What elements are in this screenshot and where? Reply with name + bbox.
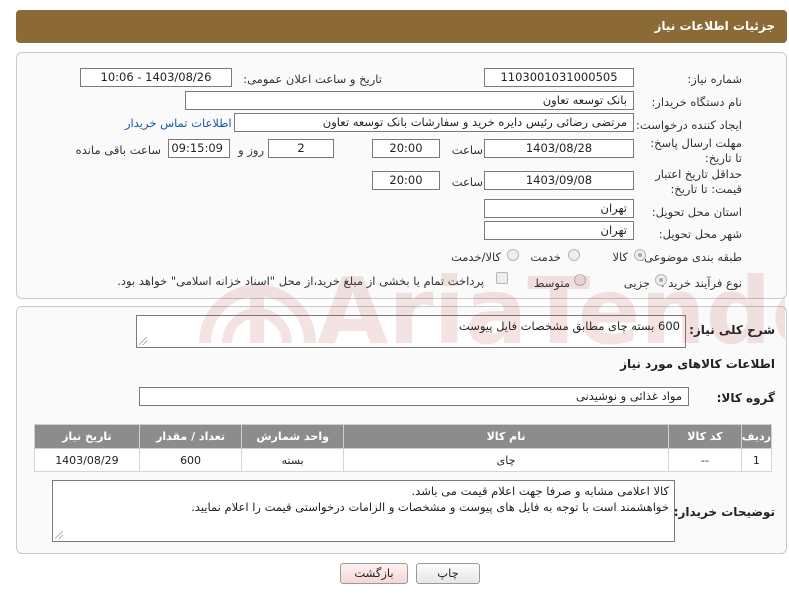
city-field[interactable]: تهران (484, 221, 634, 240)
reply-time-label: ساعت (451, 143, 483, 157)
reply-time-field[interactable]: 20:00 (372, 139, 440, 158)
back-button[interactable]: بازگشت (340, 563, 408, 584)
resize-grip-icon[interactable] (139, 337, 147, 345)
general-desc-textarea[interactable]: 600 بسته چای مطابق مشخصات فایل پیوست (136, 315, 686, 348)
col-need-date: تاریخ نیاز (34, 424, 140, 449)
general-desc-text: 600 بسته چای مطابق مشخصات فایل پیوست (458, 319, 680, 333)
goods-table: ردیف کد کالا نام کالا واحد شمارش تعداد /… (34, 424, 773, 472)
announce-field[interactable]: 1403/08/26 - 10:06 (80, 68, 232, 87)
col-name: نام کالا (342, 424, 670, 449)
process-medium-radio[interactable] (574, 274, 586, 286)
goods-group-field[interactable]: مواد غذائی و نوشیدنی (139, 387, 689, 406)
resize-grip-icon[interactable] (55, 531, 63, 539)
price-validity-label: حداقل تاریخ اعتبار قیمت: تا تاریخ: (655, 167, 742, 196)
col-qty: تعداد / مقدار (138, 424, 243, 449)
category-label: طبقه بندی موضوعی: (640, 250, 742, 264)
validity-time-field[interactable]: 20:00 (372, 171, 440, 190)
announce-label: تاریخ و ساعت اعلان عمومی: (243, 72, 382, 86)
validity-time-label: ساعت (451, 175, 483, 189)
need-number-label: شماره نیاز: (687, 72, 742, 86)
reply-deadline-label: مهلت ارسال پاسخ: تا تاریخ: (650, 136, 742, 165)
page-header: جزئیات اطلاعات نیاز (16, 10, 787, 43)
goods-group-label: گروه کالا: (716, 391, 775, 405)
days-label: روز و (238, 143, 264, 157)
buyer-org-field[interactable]: بانک توسعه تعاون (185, 91, 634, 110)
category-service-label: خدمت (530, 250, 561, 264)
treasury-payment-checkbox[interactable] (496, 272, 508, 284)
col-code: کد کالا (668, 424, 742, 449)
buyer-notes-line-2: خواهشمند است با توجه به فایل های پیوست و… (191, 500, 669, 514)
category-both-label: کالا/خدمت (450, 250, 501, 264)
category-both-radio[interactable] (507, 249, 519, 261)
goods-table-header: ردیف کد کالا نام کالا واحد شمارش تعداد /… (34, 424, 773, 449)
process-minor-label: جزیی (623, 276, 650, 290)
cell-code: -- (668, 448, 742, 472)
process-medium-label: متوسط (533, 276, 570, 290)
creator-label: ایجاد کننده درخواست: (636, 118, 742, 132)
remaining-label: ساعت باقی مانده (75, 143, 161, 157)
category-goods-label: کالا (612, 250, 628, 264)
buyer-org-label: نام دستگاه خریدار: (651, 95, 742, 109)
remaining-time-field[interactable]: 09:15:09 (168, 139, 230, 158)
validity-date-field[interactable]: 1403/09/08 (484, 171, 634, 190)
table-row: 1 -- چای بسته 600 1403/08/29 (34, 448, 773, 472)
reply-date-field[interactable]: 1403/08/28 (484, 139, 634, 158)
contact-buyer-link[interactable]: اطلاعات تماس خریدار (125, 116, 232, 130)
process-label: نوع فرآیند خرید : (660, 276, 742, 290)
cell-unit: بسته (241, 448, 344, 472)
need-number-field[interactable]: 1103001031000505 (484, 68, 634, 87)
process-minor-radio[interactable] (655, 274, 667, 286)
city-label: شهر محل تحویل: (658, 227, 742, 241)
col-unit: واحد شمارش (241, 424, 344, 449)
cell-name: چای (342, 448, 670, 472)
print-button[interactable]: چاپ (416, 563, 480, 584)
creator-field[interactable]: مرتضی رضائی رئیس دایره خرید و سفارشات با… (234, 113, 634, 132)
buyer-notes-label: توضیحات خریدار: (673, 505, 775, 519)
treasury-payment-note: پرداخت تمام یا بخشی از مبلغ خرید،از محل … (117, 274, 484, 288)
cell-row: 1 (740, 448, 773, 472)
days-field[interactable]: 2 (268, 139, 334, 158)
category-goods-radio[interactable] (634, 249, 646, 261)
goods-info-title: اطلاعات کالاهای مورد نیاز (620, 357, 775, 371)
page-title: جزئیات اطلاعات نیاز (654, 19, 775, 33)
buyer-notes-textarea[interactable]: کالا اعلامی مشابه و صرفا جهت اعلام قیمت … (52, 480, 675, 542)
province-field[interactable]: تهران (484, 199, 634, 218)
general-desc-label: شرح کلی نیاز: (689, 323, 775, 337)
col-row: ردیف (740, 424, 773, 449)
cell-need-date: 1403/08/29 (34, 448, 140, 472)
buyer-notes-line-1: کالا اعلامی مشابه و صرفا جهت اعلام قیمت … (411, 484, 669, 498)
cell-qty: 600 (138, 448, 243, 472)
province-label: استان محل تحویل: (651, 205, 742, 219)
category-service-radio[interactable] (568, 249, 580, 261)
